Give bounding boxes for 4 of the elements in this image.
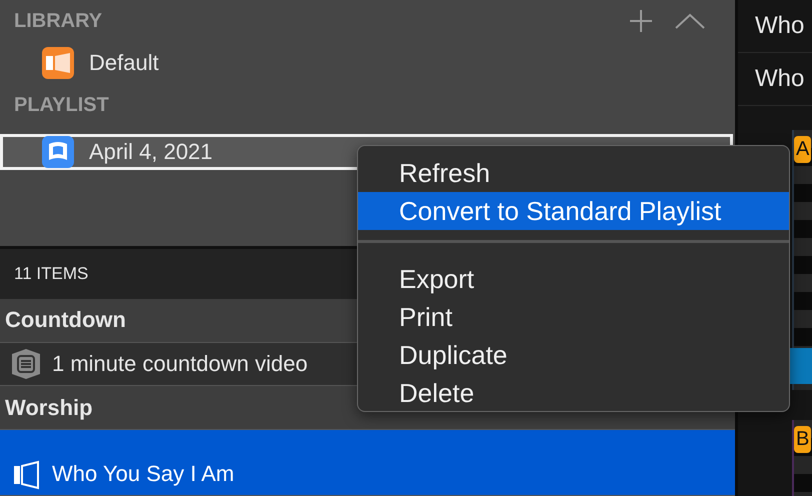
- section-header: LIBRARY: [14, 10, 102, 32]
- slide-badge: B: [794, 426, 812, 453]
- section-header: PLAYLIST: [14, 94, 109, 116]
- slide-badge: A: [794, 136, 812, 163]
